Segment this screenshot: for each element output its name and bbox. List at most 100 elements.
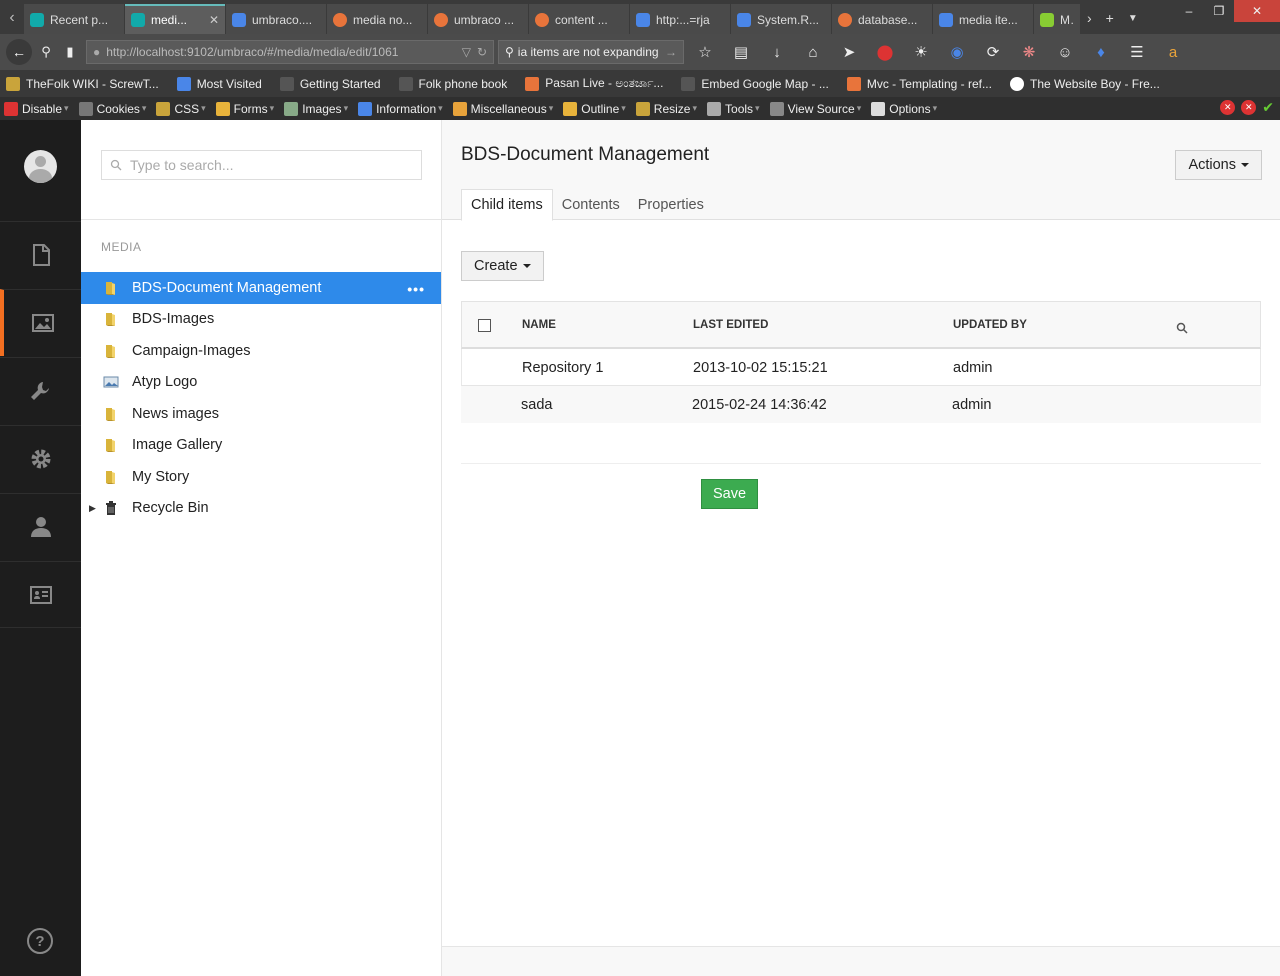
- menu-icon[interactable]: ☰: [1126, 43, 1148, 61]
- devtool-menu[interactable]: Images ▾: [284, 101, 348, 116]
- column-header-name[interactable]: NAME: [522, 302, 556, 348]
- section-users[interactable]: [0, 493, 81, 560]
- tree-node[interactable]: News images: [81, 398, 441, 430]
- smiley-icon[interactable]: ☺: [1054, 44, 1076, 61]
- help-icon[interactable]: ?: [27, 928, 53, 954]
- tab-list-dropdown-icon[interactable]: ▼: [1128, 13, 1138, 24]
- column-header-updated-by[interactable]: UPDATED BY: [953, 302, 1027, 348]
- user-avatar[interactable]: [24, 150, 57, 183]
- devtool-menu[interactable]: Resize ▾: [635, 101, 697, 116]
- send-icon[interactable]: ➤: [838, 43, 860, 61]
- section-content[interactable]: [0, 221, 81, 288]
- editor-tab[interactable]: Properties: [629, 189, 713, 220]
- row-name[interactable]: Repository 1: [522, 349, 603, 386]
- browser-tab[interactable]: content ...: [529, 4, 629, 34]
- devtool-menu[interactable]: Outline ▾: [563, 101, 626, 116]
- tab-close-icon[interactable]: ✕: [209, 13, 219, 27]
- tree-node[interactable]: ▶ Recycle Bin: [81, 493, 441, 525]
- tree-node[interactable]: Image Gallery: [81, 430, 441, 462]
- bookmark-star-icon[interactable]: ☆: [694, 43, 716, 61]
- browser-tab[interactable]: http:...=rja: [630, 4, 730, 34]
- tree-root-label[interactable]: MEDIA: [101, 240, 142, 254]
- error-icon[interactable]: ✕: [1220, 100, 1236, 115]
- browser-tab[interactable]: medi... ✕: [125, 4, 225, 34]
- table-row[interactable]: Repository 1 2013-10-02 15:15:21 admin: [461, 349, 1261, 386]
- lifebuoy-icon[interactable]: ❋: [1018, 43, 1040, 61]
- page-info-icon[interactable]: ▮: [60, 42, 80, 62]
- warning-icon[interactable]: ✕: [1241, 100, 1257, 115]
- editor-tab[interactable]: Child items: [461, 189, 553, 221]
- key-icon[interactable]: ⚲: [36, 42, 56, 62]
- devtool-menu[interactable]: Miscellaneous ▾: [452, 101, 553, 116]
- save-button[interactable]: Save: [701, 479, 758, 509]
- url-text[interactable]: http://localhost:9102/umbraco/#/media/me…: [106, 45, 455, 59]
- more-options-icon[interactable]: •••: [407, 281, 425, 297]
- bookmark-item[interactable]: Pasan Live - ಅಂತರ್ಜಾ...: [525, 76, 663, 91]
- browser-tab[interactable]: Mo: [1034, 4, 1080, 34]
- tab-scroll-left-icon[interactable]: ‹: [0, 2, 24, 34]
- home-icon[interactable]: ⌂: [802, 44, 824, 61]
- section-members[interactable]: [0, 561, 81, 628]
- expand-arrow-icon[interactable]: ▶: [89, 503, 96, 514]
- bookmark-item[interactable]: Folk phone book: [398, 76, 507, 91]
- devtool-menu[interactable]: Options ▾: [871, 101, 937, 116]
- restore-icon[interactable]: ❐: [1204, 0, 1234, 22]
- sync-icon[interactable]: ⟳: [982, 43, 1004, 61]
- bookmark-item[interactable]: The Website Boy - Fre...: [1009, 76, 1160, 91]
- devtool-menu[interactable]: View Source ▾: [769, 101, 861, 116]
- row-name[interactable]: sada: [521, 386, 552, 423]
- bookmark-item[interactable]: Most Visited: [176, 76, 262, 91]
- devtool-menu[interactable]: CSS ▾: [156, 101, 206, 116]
- bookmark-item[interactable]: Getting Started: [279, 76, 381, 91]
- devtool-menu[interactable]: Information ▾: [358, 101, 443, 116]
- back-arrow-icon[interactable]: ←: [6, 39, 32, 65]
- bookmark-item[interactable]: TheFolk WIKI - ScrewT...: [6, 76, 159, 91]
- section-settings[interactable]: [0, 357, 81, 424]
- extension-icon[interactable]: ☀: [910, 43, 932, 61]
- devtool-menu[interactable]: Cookies ▾: [78, 101, 146, 116]
- ribbon-icon[interactable]: ♦: [1090, 44, 1112, 61]
- download-icon[interactable]: ↓: [766, 44, 788, 61]
- create-button[interactable]: Create: [461, 251, 544, 281]
- bookmark-item[interactable]: Embed Google Map - ...: [681, 76, 829, 91]
- browser-tab[interactable]: media ite...: [933, 4, 1033, 34]
- browser-tab[interactable]: media no...: [327, 4, 427, 34]
- tree-node[interactable]: Atyp Logo: [81, 367, 441, 399]
- tab-scroll-right-icon[interactable]: ›: [1087, 10, 1092, 26]
- tree-search-box[interactable]: [101, 150, 422, 180]
- browser-search-bar[interactable]: ⚲ ia items are not expanding →: [498, 40, 684, 64]
- browser-tab[interactable]: umbraco....: [226, 4, 326, 34]
- window-close-icon[interactable]: ✕: [1234, 0, 1280, 22]
- column-header-last-edited[interactable]: LAST EDITED: [693, 302, 768, 348]
- tree-node[interactable]: My Story: [81, 461, 441, 493]
- amazon-icon[interactable]: a: [1162, 44, 1184, 61]
- devtool-menu[interactable]: Tools ▾: [707, 101, 760, 116]
- actions-button[interactable]: Actions: [1175, 150, 1262, 180]
- section-developer[interactable]: [0, 425, 81, 492]
- new-tab-icon[interactable]: +: [1106, 10, 1114, 26]
- table-row[interactable]: sada 2015-02-24 14:36:42 admin: [461, 386, 1261, 423]
- section-media[interactable]: [0, 289, 81, 356]
- search-icon[interactable]: [1176, 322, 1188, 334]
- tree-search-input[interactable]: [130, 157, 421, 173]
- editor-tab[interactable]: Contents: [553, 189, 629, 220]
- globe-extension-icon[interactable]: ◉: [946, 43, 968, 61]
- browser-tab[interactable]: Recent p...: [24, 4, 124, 34]
- search-go-icon[interactable]: →: [665, 45, 677, 59]
- tree-node[interactable]: BDS-Images: [81, 304, 441, 336]
- bookmark-item[interactable]: Mvc - Templating - ref...: [846, 76, 992, 91]
- select-all-checkbox[interactable]: [478, 318, 491, 332]
- minimize-icon[interactable]: –: [1174, 0, 1204, 22]
- url-bar[interactable]: ● http://localhost:9102/umbraco/#/media/…: [86, 40, 494, 64]
- browser-tab[interactable]: System.R...: [731, 4, 831, 34]
- check-icon[interactable]: ✔: [1262, 100, 1274, 115]
- devtool-menu[interactable]: Disable ▾: [4, 101, 69, 116]
- browser-tab[interactable]: database...: [832, 4, 932, 34]
- devtool-menu[interactable]: Forms ▾: [215, 101, 274, 116]
- reload-icon[interactable]: ↻: [477, 45, 487, 59]
- adblock-icon[interactable]: ⬤: [874, 43, 896, 61]
- reading-list-icon[interactable]: ▤: [730, 43, 752, 61]
- tree-node[interactable]: Campaign-Images: [81, 335, 441, 367]
- tree-node[interactable]: BDS-Document Management •••: [81, 272, 441, 304]
- url-dropdown-icon[interactable]: ▽: [462, 45, 471, 59]
